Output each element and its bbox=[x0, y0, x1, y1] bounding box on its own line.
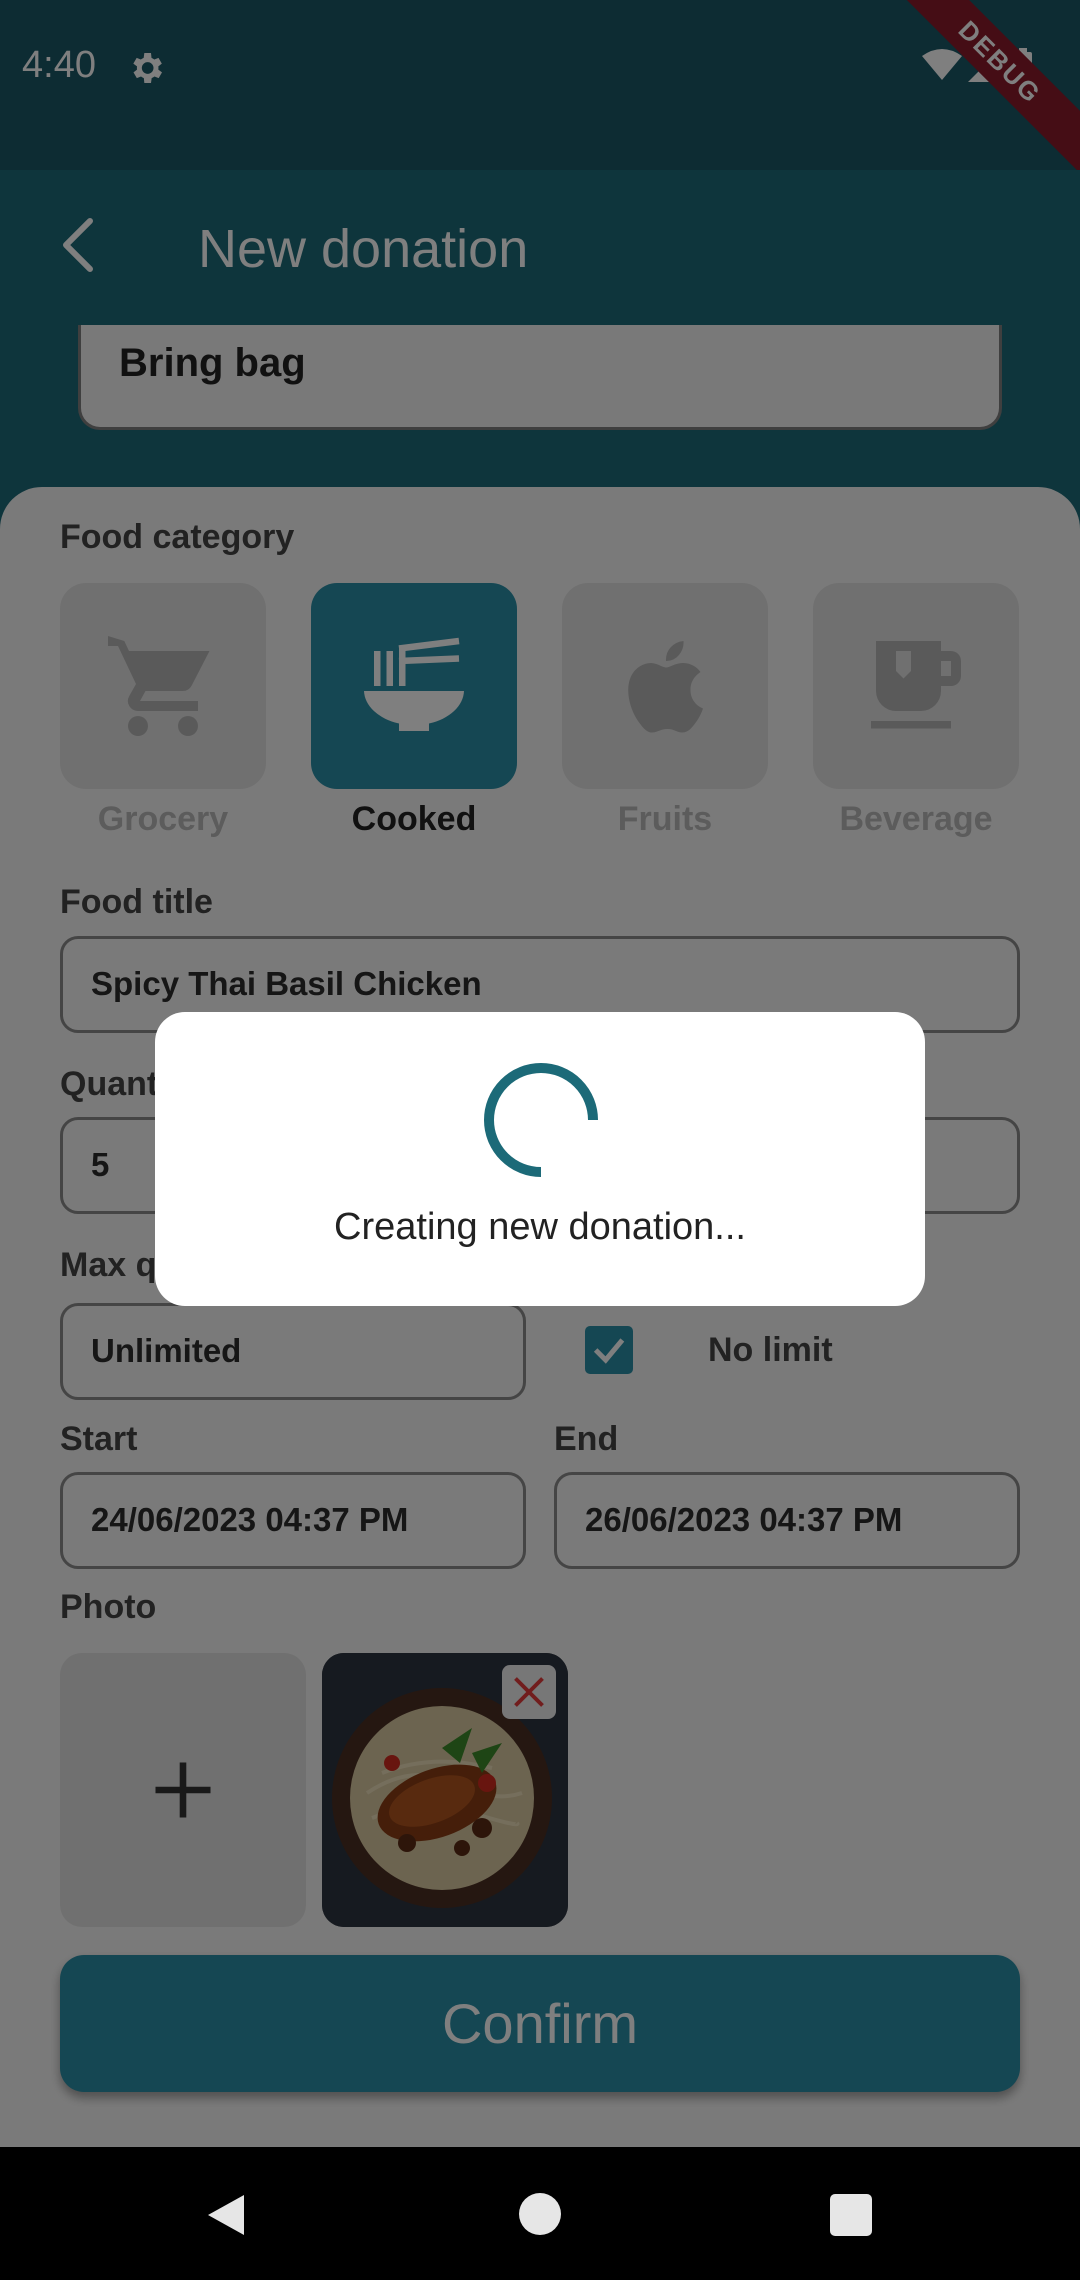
nav-back-icon[interactable] bbox=[204, 2191, 248, 2239]
nav-recents-icon[interactable] bbox=[830, 2194, 872, 2236]
loading-spinner-icon bbox=[484, 1063, 598, 1177]
loading-message: Creating new donation... bbox=[334, 1206, 746, 1248]
nav-home-icon[interactable] bbox=[519, 2193, 561, 2235]
loading-dialog: Creating new donation... bbox=[155, 1012, 925, 1306]
system-nav-bar bbox=[0, 2147, 1080, 2280]
